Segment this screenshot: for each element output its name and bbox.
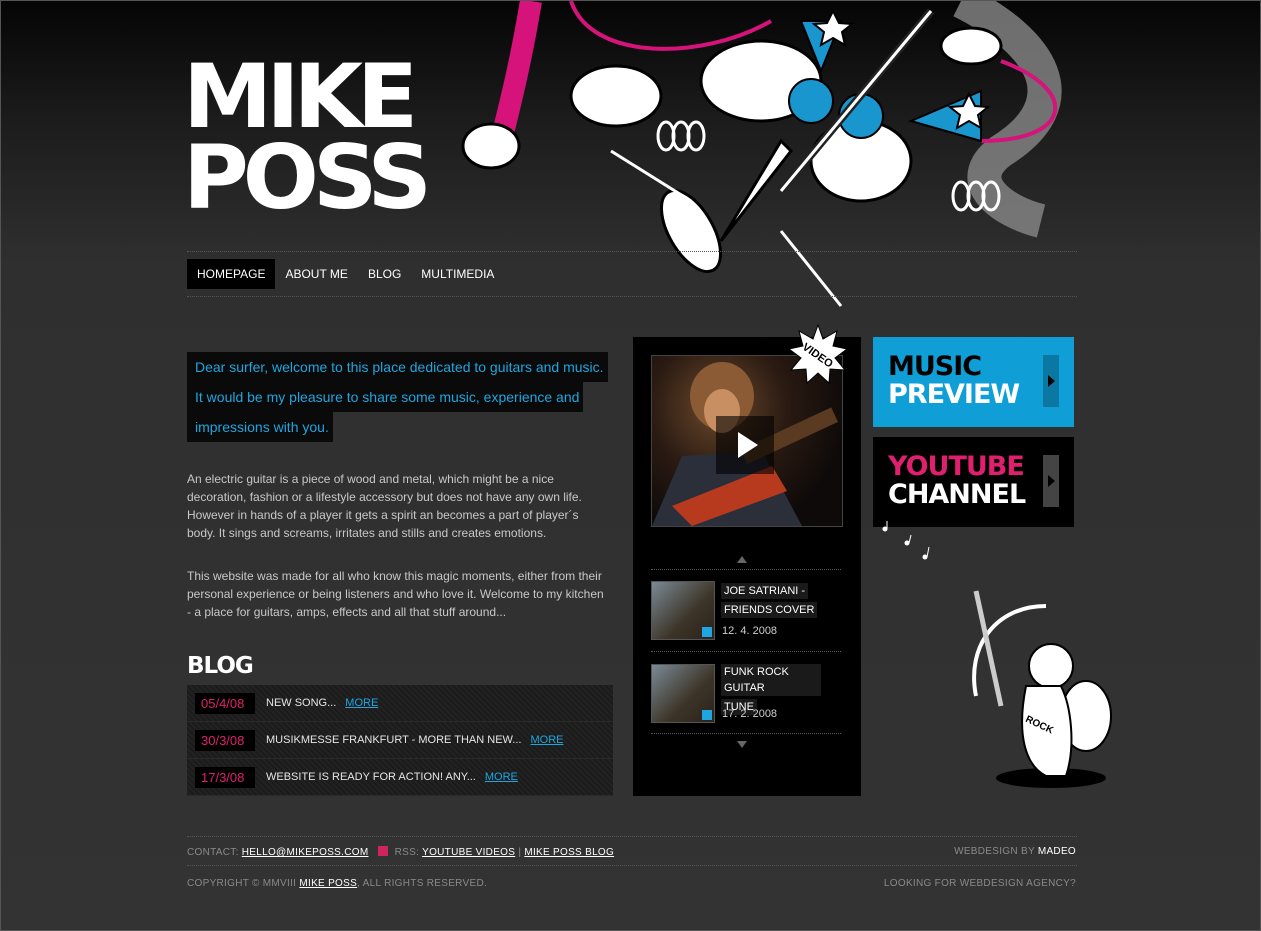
video-starburst-badge: VIDEO [787,323,849,385]
rss-label: RSS: [394,847,420,858]
footer-bottom-divider [187,865,1077,866]
promo-youtube-line1: YOUTUBE [888,451,1025,482]
scroll-down-arrow-icon[interactable] [737,741,747,748]
blog-list: 05/4/08 NEW SONG... MORE 30/3/08 MUSIKME… [187,685,613,796]
blog-item[interactable]: 17/3/08 WEBSITE IS READY FOR ACTION! ANY… [187,759,613,796]
blog-item[interactable]: 05/4/08 NEW SONG... MORE [187,685,613,722]
video-list-divider [651,651,841,652]
intro-text: Dear surfer, welcome to this place dedic… [187,352,617,442]
rss-icon[interactable] [377,846,388,856]
video-thumbnail[interactable] [651,664,715,723]
contact-email-link[interactable]: HELLO@MIKEPOSS.COM [242,847,369,858]
page-frame: MIKE POSS HOMEPAGE ABOUT ME BLOG MULTIME… [0,0,1261,931]
youtube-channel-button[interactable]: YOUTUBE CHANNEL [873,437,1074,527]
music-preview-button[interactable]: MUSIC PREVIEW [873,337,1074,427]
body-paragraph-1: An electric guitar is a piece of wood an… [187,472,582,540]
blog-date: 30/3/08 [195,729,255,751]
blog-item[interactable]: 30/3/08 MUSIKMESSE FRANKFURT - MORE THAN… [187,722,613,759]
blog-more-link[interactable]: MORE [530,734,563,746]
nav-item-about-me[interactable]: ABOUT ME [275,259,357,289]
video-list-divider [651,733,841,734]
play-icon [738,432,758,458]
logo-mike[interactable]: MIKE [183,53,418,141]
nav-bottom-divider [187,296,1077,297]
blog-date: 05/4/08 [195,692,255,714]
video-thumbnail[interactable] [651,581,715,640]
footer-top-divider [187,836,1077,837]
video-title[interactable]: JOE SATRIANI - FRIENDS COVER [721,581,821,619]
video-title-line: JOE SATRIANI - [721,583,809,599]
contact-label: CONTACT: [187,847,239,858]
copyright-suffix: , ALL RIGHTS RESERVED. [357,878,488,889]
footer-contact: CONTACT: HELLO@MIKEPOSS.COM RSS: YOUTUBE… [187,846,614,858]
blog-heading: BLOG [187,653,254,679]
copyright-prefix: COPYRIGHT © MMVIII [187,878,297,889]
agency-link[interactable]: LOOKING FOR WEBDESIGN AGENCY? [884,878,1076,889]
rss-youtube-videos-link[interactable]: YOUTUBE VIDEOS [422,847,515,858]
blog-date: 17/3/08 [195,766,255,788]
promo-music-line1: MUSIC [888,351,982,382]
video-list-item[interactable]: JOE SATRIANI - FRIENDS COVER 12. 4. 2008 [651,581,846,641]
arrow-right-icon [1043,355,1059,407]
webdesign-label: WEBDESIGN BY [954,846,1035,857]
intro-line-2: It would be my pleasure to share some mu… [187,382,584,412]
promo-music-line2: PREVIEW [888,379,1020,410]
cupid-illustration: ROCK [972,590,1112,788]
body-paragraph-2: This website was made for all who know t… [187,569,604,619]
rss-separator: | [518,847,522,858]
promo-youtube-line2: CHANNEL [888,479,1026,510]
intro-line-1: Dear surfer, welcome to this place dedic… [187,352,608,382]
video-date: 12. 4. 2008 [722,625,778,637]
footer-webdesign: WEBDESIGN BY MADEO [954,846,1076,857]
blog-title-text[interactable]: NEW SONG... [266,697,336,709]
scroll-up-arrow-icon[interactable] [737,556,747,563]
intro-line-3: impressions with you. [187,412,333,442]
blog-more-link[interactable]: MORE [485,771,518,783]
webdesign-link[interactable]: MADEO [1038,846,1076,857]
rss-blog-link[interactable]: MIKE POSS BLOG [524,847,614,858]
play-button[interactable] [716,416,774,474]
arrow-right-icon [1043,455,1059,507]
nav-item-homepage[interactable]: HOMEPAGE [187,259,276,289]
logo-poss[interactable]: POSS [183,134,432,222]
video-title-line: FUNK ROCK GUITAR [721,664,821,696]
main-nav: HOMEPAGE ABOUT ME BLOG MULTIMEDIA [187,259,504,289]
blog-more-link[interactable]: MORE [345,697,378,709]
play-icon [702,710,712,720]
nav-item-multimedia[interactable]: MULTIMEDIA [411,259,504,289]
nav-item-blog[interactable]: BLOG [358,259,411,289]
video-list-divider [651,569,841,570]
play-icon [702,627,712,637]
video-list-item[interactable]: FUNK ROCK GUITAR TUNE 17. 2. 2008 [651,664,846,724]
video-date: 17. 2. 2008 [722,708,778,720]
nav-top-divider [187,251,1077,252]
blog-title-text[interactable]: MUSIKMESSE FRANKFURT - MORE THAN NEW... [266,734,521,746]
video-panel: JOE SATRIANI - FRIENDS COVER 12. 4. 2008… [633,337,861,796]
video-title-line: FRIENDS COVER [721,602,818,618]
header-illustration [461,1,1062,307]
footer-copyright: COPYRIGHT © MMVIII MIKE POSS, ALL RIGHTS… [187,878,487,889]
copyright-link[interactable]: MIKE POSS [299,878,357,889]
blog-title-text[interactable]: WEBSITE IS READY FOR ACTION! ANY... [266,771,476,783]
music-notes-icon [882,521,930,560]
